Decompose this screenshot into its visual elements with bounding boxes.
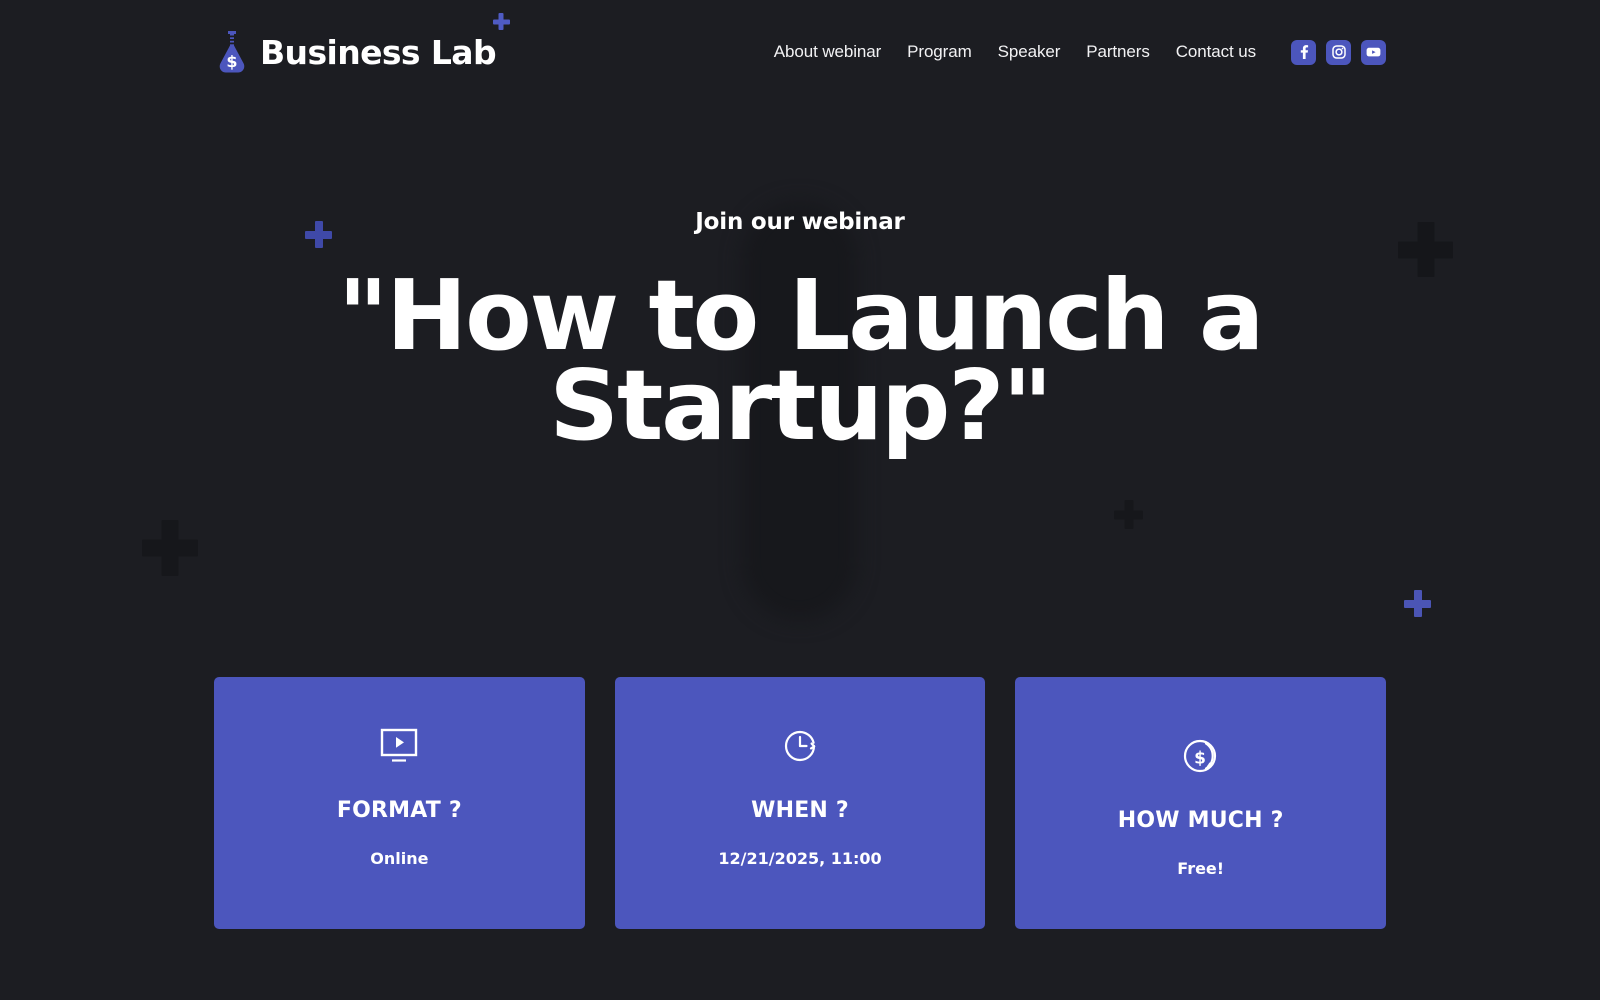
card-format[interactable]: FORMAT ? Online	[214, 677, 585, 929]
hero-section: Join our webinar "How to Launch a Startu…	[0, 0, 1600, 660]
card-value: 12/21/2025, 11:00	[718, 849, 882, 868]
svg-text:$: $	[1194, 749, 1206, 769]
monitor-play-icon	[377, 724, 421, 768]
clock-icon	[778, 724, 822, 768]
info-cards: FORMAT ? Online WHEN ? 12/21/2025, 11:00	[214, 677, 1387, 929]
card-title: HOW MUCH ?	[1117, 808, 1284, 833]
card-title: FORMAT ?	[336, 798, 462, 823]
coin-dollar-icon: $	[1179, 734, 1223, 778]
page-root: $ Business Lab About webinar Program Spe…	[0, 0, 1600, 1000]
page-title: "How to Launch a Startup?"	[337, 258, 1265, 462]
card-value: Free!	[1177, 859, 1225, 878]
card-when[interactable]: WHEN ? 12/21/2025, 11:00	[614, 677, 986, 929]
card-how-much[interactable]: $ HOW MUCH ? Free!	[1015, 677, 1387, 929]
hero-kicker: Join our webinar	[695, 208, 905, 235]
card-title: WHEN ?	[751, 798, 849, 823]
card-value: Online	[370, 849, 429, 868]
